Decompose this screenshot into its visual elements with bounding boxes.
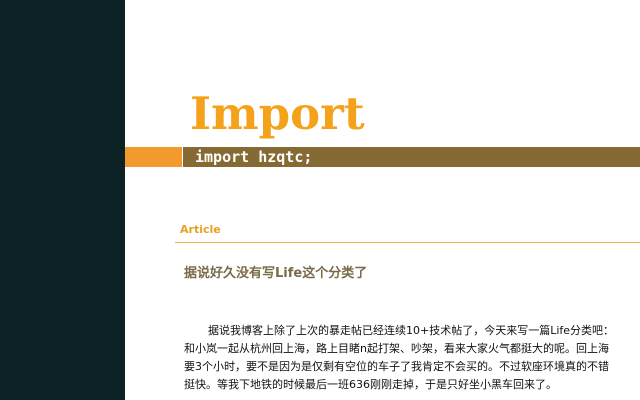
left-sidebar [0,0,125,400]
post-line: 要3个小时，要不是因为是仅剩有空位的车子了我肯定不会买的。不过软座环境真的不错 [184,360,609,373]
post-title[interactable]: 据说好久没有写Life这个分类了 [184,265,367,283]
site-title[interactable]: Import [190,86,365,142]
section-label-article: Article [180,223,221,236]
section-divider [175,242,640,243]
blog-page: Import import hzqtc; Article 据说好久没有写Life… [0,0,640,400]
post-line: 和小岚一起从杭州回上海，路上目睹n起打架、吵架，看来大家火气都挺大的呢。回上海 [184,342,609,355]
post-line: 据说我博客上除了上次的暴走帖已经连续10+技术帖了，今天来写一篇Life分类吧： [208,324,615,337]
site-tagline: import hzqtc; [195,148,313,166]
header-accent-tab [125,147,182,167]
post-line: 挺快。等我下地铁的时候最后一班636刚刚走掉，于是只好坐小黑车回来了。 [184,378,557,391]
post-body: 据说我博客上除了上次的暴走帖已经连续10+技术帖了，今天来写一篇Life分类吧：… [184,322,640,394]
